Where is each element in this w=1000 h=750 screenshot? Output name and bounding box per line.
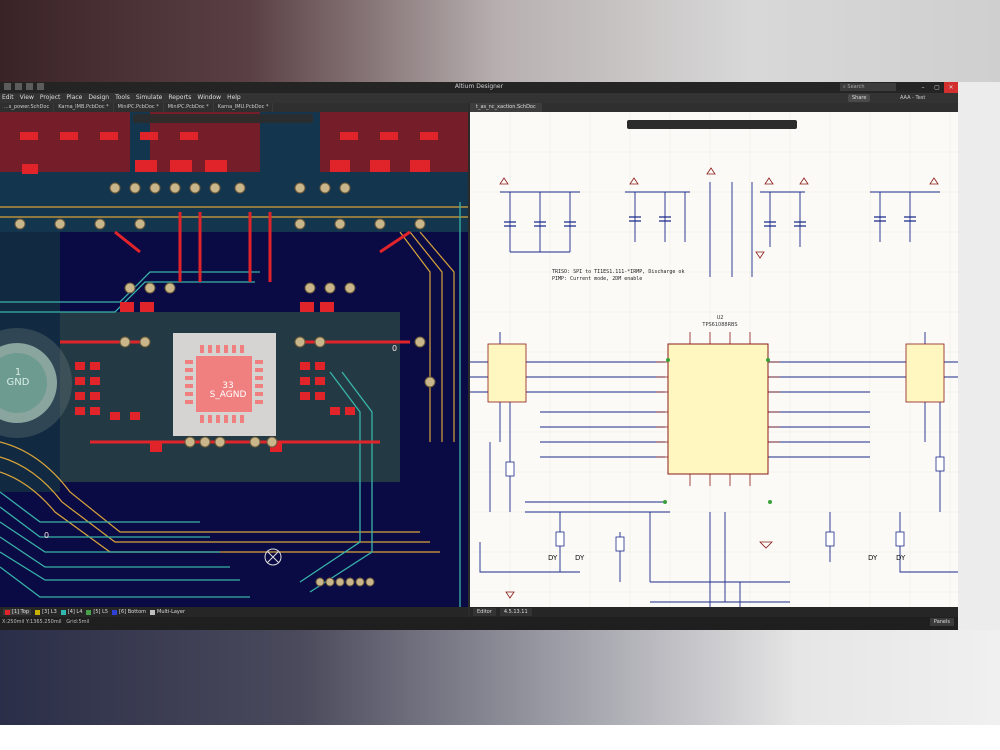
window-title: Altium Designer	[454, 83, 504, 90]
layer-tab[interactable]: [3] L3	[35, 609, 57, 615]
altium-window: Altium Designer ⌕ Search – ▢ ✕ Edit View P…	[0, 82, 958, 630]
schematic-note-line: TRISO: SPI to TI1ES1.111-*IRMP, Discharg…	[552, 269, 685, 275]
schematic-document-tabs: t_as_nc_xaction.SchDoc	[470, 103, 958, 112]
tab-document[interactable]: Karna_IMU.PcbDoc *	[214, 103, 274, 112]
layer-label: [5] L5	[93, 609, 109, 615]
layer-color-swatch	[86, 609, 92, 615]
layer-tab[interactable]: Multi-Layer	[150, 609, 185, 615]
tab-schematic[interactable]: t_as_nc_xaction.SchDoc	[470, 103, 542, 112]
layer-tab[interactable]: [4] L4	[60, 609, 83, 615]
schematic-editor-canvas[interactable]: TRISO: SPI to TI1ES1.111-*IRMP, Discharg…	[470, 112, 958, 607]
background-tail	[0, 725, 1000, 750]
layer-tab[interactable]: [1] Top	[3, 609, 32, 615]
menu-item-edit[interactable]: Edit	[2, 93, 14, 103]
dy-label: DY	[548, 554, 558, 562]
grid-size: Grid:5mil	[66, 619, 90, 625]
share-button[interactable]: Share	[848, 94, 871, 102]
dy-label: DY	[896, 554, 906, 562]
menu-item-place[interactable]: Place	[66, 93, 82, 103]
menu-item-view[interactable]: View	[20, 93, 34, 103]
dy-label: DY	[575, 554, 585, 562]
dy-label: DY	[868, 554, 878, 562]
maximize-icon[interactable]: ▢	[930, 82, 944, 93]
layer-color-swatch	[35, 609, 41, 615]
schematic-note: TRISO: SPI to TI1ES1.111-*IRMP, Discharg…	[552, 269, 684, 283]
pcb-layer-tabs: [1] Top [3] L3 [4] L4 [5] L5 [6] Bottom Multi…	[0, 607, 468, 617]
layer-label: [3] L3	[42, 609, 57, 615]
chip-designator: U2	[716, 315, 724, 321]
schematic-note-line: PIMP: Current mode, 2DM enable	[552, 276, 643, 282]
center-pad-net: S_AGND	[209, 390, 247, 400]
net-zero-label: 0	[392, 344, 398, 353]
close-icon[interactable]: ✕	[944, 82, 958, 93]
gnd-pad-label: 1 GND	[5, 368, 31, 388]
tab-document[interactable]: MiniPC.PcbDoc *	[164, 103, 214, 112]
search-placeholder: Search	[847, 84, 865, 90]
layer-color-swatch	[150, 609, 156, 615]
window-controls: – ▢ ✕	[916, 82, 958, 93]
menu-item-simulate[interactable]: Simulate	[136, 93, 163, 103]
minimize-icon[interactable]: –	[916, 82, 930, 93]
net-zero-label: 0	[44, 531, 50, 540]
center-pad-label: 33 S_AGND	[198, 382, 258, 400]
cursor-coordinates: X:250mil Y:1365.250mil	[2, 619, 62, 625]
menu-bar: Edit View Project Place Design Tools Simulate R…	[0, 93, 958, 103]
layer-tab[interactable]: [5] L5	[86, 609, 108, 615]
layer-color-swatch	[5, 609, 10, 615]
status-bar: X:250mil Y:1365.250mil Grid:5mil Panels	[0, 617, 958, 630]
pcb-active-bar[interactable]	[133, 114, 313, 123]
menu-item-tools[interactable]: Tools	[115, 93, 130, 103]
chip-part-name: TPS61088RBS	[702, 322, 738, 328]
user-account-label[interactable]: AAA - Test	[900, 93, 925, 103]
background-bottom	[0, 630, 1000, 725]
status-coordinates: X:250mil Y:1365.250mil Grid:5mil	[2, 619, 89, 625]
menu-item-design[interactable]: Design	[88, 93, 109, 103]
layer-color-swatch	[112, 609, 118, 615]
gnd-pad-net: GND	[6, 377, 30, 388]
schematic-bottom-tabs: Editor 4.5.13.11	[470, 607, 958, 617]
panels-button[interactable]: Panels	[929, 618, 954, 626]
pcb-layout-drawing	[0, 112, 468, 607]
background-top	[0, 0, 1000, 82]
menu-item-project[interactable]: Project	[40, 93, 61, 103]
menu-item-reports[interactable]: Reports	[168, 93, 191, 103]
layer-label: [4] L4	[67, 609, 83, 615]
schematic-active-bar[interactable]	[627, 120, 797, 129]
layer-label: [1] Top	[12, 609, 30, 615]
tab-editor[interactable]: Editor	[473, 608, 496, 616]
tab-version[interactable]: 4.5.13.11	[499, 608, 532, 616]
background-right	[958, 82, 1000, 630]
menu-items: Edit View Project Place Design Tools Simulate R…	[0, 93, 958, 103]
pcb-editor-canvas[interactable]: 1 GND 33 S_AGND 0 0	[0, 112, 468, 607]
schematic-drawing	[470, 112, 958, 607]
tab-document[interactable]: MiniPC.PcbDoc *	[114, 103, 164, 112]
layer-label: [6] Bottom	[119, 609, 147, 615]
search-input[interactable]: ⌕ Search	[840, 83, 896, 91]
title-bar: Altium Designer ⌕ Search – ▢ ✕	[0, 82, 958, 93]
pcb-document-tabs: ...s_power.SchDoc Karna_IMB.PcbDoc * MiniP…	[0, 103, 468, 112]
tab-document[interactable]: Karna_IMB.PcbDoc *	[54, 103, 114, 112]
layer-tab[interactable]: [6] Bottom	[112, 609, 146, 615]
layer-label: Multi-Layer	[157, 609, 186, 615]
tab-document[interactable]: ...s_power.SchDoc	[0, 103, 55, 112]
layer-color-swatch	[60, 609, 66, 615]
menu-item-window[interactable]: Window	[197, 93, 221, 103]
menu-item-help[interactable]: Help	[227, 93, 241, 103]
